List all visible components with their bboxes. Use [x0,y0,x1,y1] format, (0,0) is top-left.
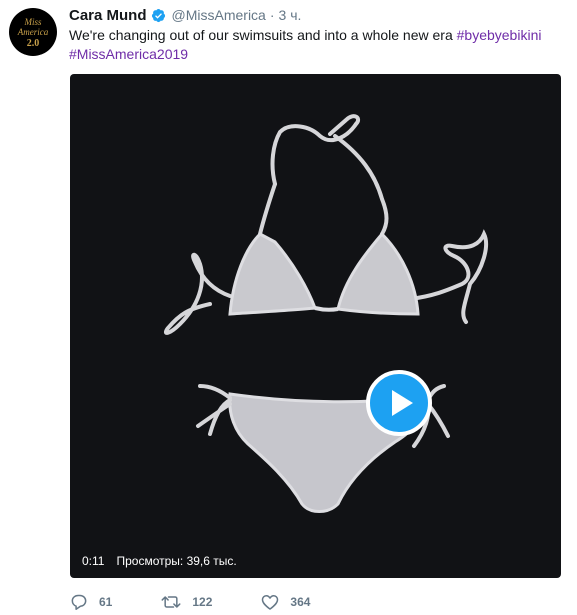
logo-line-1: Miss [23,17,42,27]
separator: · [269,7,275,23]
logo-line-2: America [17,27,49,37]
retweet-icon [161,596,181,608]
video-player[interactable]: 0:11 Просмотры: 39,6 тыс. [70,74,561,578]
bikini-image [163,114,489,513]
tweet-actions: 61 122 364 [69,591,358,613]
reply-button[interactable]: 61 [69,592,112,612]
view-count: Просмотры: 39,6 тыс. [116,554,237,568]
hashtag-byebyebikini[interactable]: #byebyebikini [457,27,542,43]
display-name[interactable]: Cara Mund [69,7,147,24]
play-button[interactable] [366,370,432,436]
miss-america-logo: Miss America 2.0 [17,17,49,49]
logo-line-3: 2.0 [27,38,40,49]
verified-badge-icon [151,8,166,23]
timestamp[interactable]: 3 ч. [279,7,302,23]
tweet-text-body: We're changing out of our swimsuits and … [69,27,457,43]
retweet-button[interactable]: 122 [160,592,212,612]
tweet: Miss America 2.0 Cara Mund @MissAmerica … [0,0,577,615]
like-button[interactable]: 364 [260,592,310,612]
video-duration: 0:11 [82,554,105,568]
tweet-text: We're changing out of our swimsuits and … [69,26,564,64]
retweet-count: 122 [192,595,213,609]
video-info: 0:11 Просмотры: 39,6 тыс. [82,554,237,568]
hashtag-missamerica2019[interactable]: #MissAmerica2019 [69,46,188,62]
heart-icon [262,595,279,610]
like-count: 364 [290,595,311,609]
reply-icon [71,594,87,610]
user-handle[interactable]: @MissAmerica [172,7,266,23]
tweet-header: Cara Mund @MissAmerica · 3 ч. [69,5,301,25]
reply-count: 61 [99,595,113,609]
avatar[interactable]: Miss America 2.0 [9,8,57,56]
play-icon [391,390,413,416]
